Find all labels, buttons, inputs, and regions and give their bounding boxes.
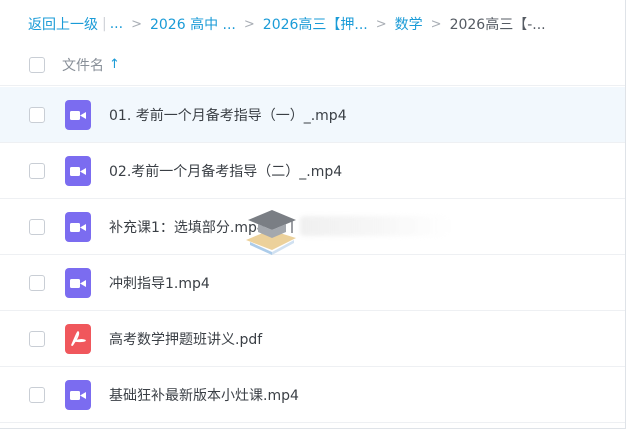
back-link[interactable]: 返回上一级: [28, 14, 98, 34]
row-checkbox[interactable]: [29, 162, 45, 179]
pdf-file-icon: [65, 323, 91, 354]
video-file-icon: [65, 155, 91, 186]
file-row[interactable]: 冲刺指导1.mp4: [0, 255, 625, 311]
select-all-checkbox[interactable]: [29, 56, 45, 73]
breadcrumb-item-2026-senior[interactable]: 2026高三【押...: [263, 14, 368, 34]
breadcrumb: 返回上一级 | ... > 2026 高中 ... > 2026高三【押... …: [28, 14, 546, 34]
file-list-panel: 返回上一级 | ... > 2026 高中 ... > 2026高三【押... …: [0, 0, 626, 429]
file-row[interactable]: 基础狂补最新版本小灶课.mp4: [0, 367, 625, 423]
file-name[interactable]: 冲刺指导1.mp4: [109, 273, 210, 293]
chevron-right-icon: >: [430, 16, 442, 32]
blurred-watermark: [300, 216, 450, 236]
list-header: 文件名 ↑: [0, 44, 625, 86]
chevron-right-icon: >: [375, 16, 387, 32]
video-file-icon: [65, 99, 91, 130]
video-file-icon: [65, 267, 91, 298]
chevron-right-icon: >: [243, 16, 255, 32]
file-name[interactable]: 01. 考前一个月备考指导（一）_.mp4: [109, 105, 347, 125]
arrow-up-icon[interactable]: ↑: [109, 57, 120, 72]
file-name[interactable]: 02.考前一个月备考指导（二）_.mp4: [109, 161, 342, 181]
breadcrumb-item-2026-high-school[interactable]: 2026 高中 ...: [150, 14, 236, 34]
row-checkbox[interactable]: [29, 218, 45, 235]
breadcrumb-current: 2026高三【-...: [449, 17, 546, 33]
file-row[interactable]: 高考数学押题班讲义.pdf: [0, 311, 625, 367]
video-file-icon: [65, 211, 91, 242]
file-name[interactable]: 高考数学押题班讲义.pdf: [109, 329, 262, 349]
breadcrumb-ellipsis[interactable]: ...: [110, 16, 123, 32]
file-name[interactable]: 基础狂补最新版本小灶课.mp4: [109, 385, 299, 405]
graduation-cap-icon: [242, 200, 302, 256]
row-checkbox[interactable]: [29, 330, 45, 347]
breadcrumb-item-math[interactable]: 数学: [395, 14, 423, 34]
row-checkbox[interactable]: [29, 386, 45, 403]
breadcrumb-divider: |: [102, 16, 107, 32]
file-row[interactable]: 01. 考前一个月备考指导（一）_.mp4: [0, 87, 625, 143]
video-file-icon: [65, 379, 91, 410]
file-row[interactable]: 02.考前一个月备考指导（二）_.mp4: [0, 143, 625, 199]
filename-column-header[interactable]: 文件名: [62, 55, 104, 75]
chevron-right-icon: >: [131, 16, 142, 32]
row-checkbox[interactable]: [29, 274, 45, 291]
row-checkbox[interactable]: [29, 106, 45, 123]
